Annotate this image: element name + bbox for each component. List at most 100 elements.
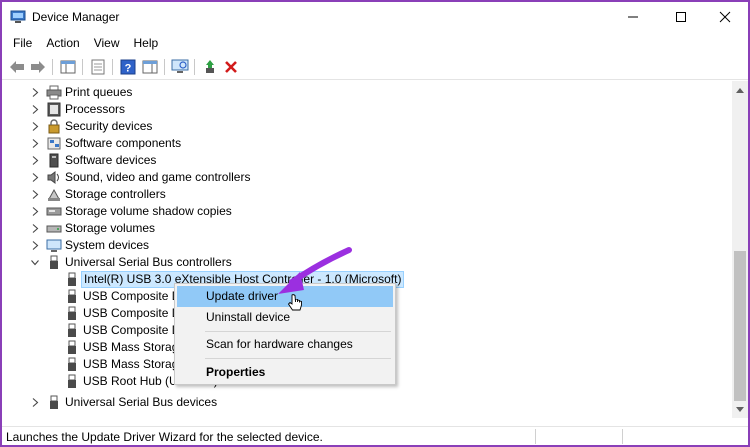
tree-item-label: System devices xyxy=(65,238,150,252)
chevron-right-icon[interactable] xyxy=(30,397,40,408)
device-manager-window: Device Manager File Action View Help ? P… xyxy=(0,0,750,447)
forward-arrow-icon xyxy=(31,61,45,73)
usb-device-icon xyxy=(68,306,76,320)
update-driver-toolbar-button[interactable] xyxy=(200,57,220,77)
chevron-right-icon[interactable] xyxy=(30,138,40,149)
scroll-up-arrow-icon xyxy=(736,87,744,93)
red-x-icon xyxy=(225,61,237,73)
tree-item-label: USB Mass Storage xyxy=(83,357,186,371)
chevron-right-icon[interactable] xyxy=(30,172,40,183)
tree-item-sound-video-game[interactable]: Sound, video and game controllers xyxy=(2,169,722,186)
processor-icon xyxy=(47,102,61,117)
tree-item-label: Software devices xyxy=(65,153,157,167)
usb-icon xyxy=(50,255,58,269)
tree-item-storage-volumes[interactable]: Storage volumes xyxy=(2,220,722,237)
toolbar: ? xyxy=(2,54,748,80)
back-arrow-icon xyxy=(10,61,24,73)
tree-item-label: Processors xyxy=(65,102,126,116)
maximize-icon xyxy=(676,12,686,22)
close-button[interactable] xyxy=(702,2,748,32)
console-tree-icon xyxy=(60,60,76,74)
chevron-right-icon[interactable] xyxy=(30,206,40,217)
hand-pointer-cursor-icon xyxy=(287,294,302,311)
software-component-icon xyxy=(47,137,61,150)
scan-hardware-button[interactable] xyxy=(170,57,190,77)
uninstall-device-toolbar-button[interactable] xyxy=(221,57,241,77)
forward-button[interactable] xyxy=(28,57,48,77)
tree-item-security-devices[interactable]: Security devices xyxy=(2,118,722,135)
action-pane-button[interactable] xyxy=(140,57,160,77)
tree-item-processors[interactable]: Processors xyxy=(2,101,722,118)
storage-volume-icon xyxy=(46,225,62,233)
menu-view[interactable]: View xyxy=(87,32,127,54)
device-manager-icon xyxy=(10,10,26,23)
usb-device-icon xyxy=(68,374,76,388)
tree-item-print-queues[interactable]: Print queues xyxy=(2,84,722,101)
monitor-scan-icon xyxy=(171,59,189,73)
tree-item-label: Sound, video and game controllers xyxy=(65,170,251,184)
tree-item-usb-controllers[interactable]: Universal Serial Bus controllers xyxy=(2,254,722,271)
update-driver-icon xyxy=(206,60,214,73)
scroll-down-button[interactable] xyxy=(732,401,748,418)
minimize-button[interactable] xyxy=(610,2,656,32)
printer-icon xyxy=(46,85,62,100)
security-device-icon xyxy=(48,119,60,134)
chevron-right-icon[interactable] xyxy=(30,87,40,98)
usb-device-icon xyxy=(68,340,76,354)
system-device-icon xyxy=(46,239,62,252)
chevron-right-icon[interactable] xyxy=(30,189,40,200)
menu-separator xyxy=(205,358,391,359)
chevron-right-icon[interactable] xyxy=(30,155,40,166)
back-button[interactable] xyxy=(7,57,27,77)
toolbar-separator xyxy=(52,59,53,75)
shadow-copy-icon xyxy=(46,207,62,216)
tree-item-system-devices[interactable]: System devices xyxy=(2,237,722,254)
scroll-up-button[interactable] xyxy=(732,81,748,98)
properties-menu-item[interactable]: Properties xyxy=(177,362,393,383)
properties-sheet-icon xyxy=(91,59,105,75)
tree-item-label: Storage volume shadow copies xyxy=(65,204,232,218)
minimize-icon xyxy=(628,16,638,18)
help-button[interactable]: ? xyxy=(118,57,138,77)
scroll-thumb[interactable] xyxy=(734,251,746,401)
toolbar-separator xyxy=(164,59,165,75)
tree-item-software-components[interactable]: Software components xyxy=(2,135,722,152)
usb-device-icon xyxy=(68,357,76,371)
maximize-button[interactable] xyxy=(658,2,704,32)
menu-help[interactable]: Help xyxy=(127,32,166,54)
menu-action[interactable]: Action xyxy=(39,32,86,54)
menu-file[interactable]: File xyxy=(6,32,39,54)
sound-icon xyxy=(47,171,59,184)
window-title: Device Manager xyxy=(32,10,120,24)
scroll-down-arrow-icon xyxy=(736,406,744,412)
tree-item-storage-volume-shadow-copies[interactable]: Storage volume shadow copies xyxy=(2,203,722,220)
vertical-scrollbar[interactable] xyxy=(732,81,748,418)
properties-button[interactable] xyxy=(88,57,108,77)
scan-hardware-menu-item[interactable]: Scan for hardware changes xyxy=(177,334,393,355)
toolbar-separator xyxy=(82,59,83,75)
usb-device-icon xyxy=(68,323,76,337)
chevron-down-icon[interactable] xyxy=(30,257,40,268)
tree-item-label: Print queues xyxy=(65,85,133,99)
uninstall-device-menu-item[interactable]: Uninstall device xyxy=(177,307,393,328)
tree-item-label: Storage volumes xyxy=(65,221,156,235)
status-bar: Launches the Update Driver Wizard for th… xyxy=(2,426,748,445)
tree-item-storage-controllers[interactable]: Storage controllers xyxy=(2,186,722,203)
tree-item-usb-devices[interactable]: Universal Serial Bus devices xyxy=(2,394,722,411)
title-bar[interactable]: Device Manager xyxy=(2,2,748,32)
action-pane-icon xyxy=(142,60,158,74)
chevron-right-icon[interactable] xyxy=(30,223,40,234)
menu-bar: File Action View Help xyxy=(2,32,748,54)
tree-item-label: Universal Serial Bus devices xyxy=(65,395,218,409)
update-driver-menu-item[interactable]: Update driver xyxy=(177,286,393,307)
chevron-right-icon[interactable] xyxy=(30,121,40,132)
tree-item-label: Universal Serial Bus controllers xyxy=(65,255,232,269)
chevron-right-icon[interactable] xyxy=(30,104,40,115)
close-icon xyxy=(719,11,731,23)
status-text: Launches the Update Driver Wizard for th… xyxy=(6,430,323,444)
chevron-right-icon[interactable] xyxy=(30,240,40,251)
menu-separator xyxy=(205,331,391,332)
show-hide-console-tree-button[interactable] xyxy=(58,57,78,77)
tree-item-label: USB Mass Storage xyxy=(83,340,186,354)
tree-item-software-devices[interactable]: Software devices xyxy=(2,152,722,169)
